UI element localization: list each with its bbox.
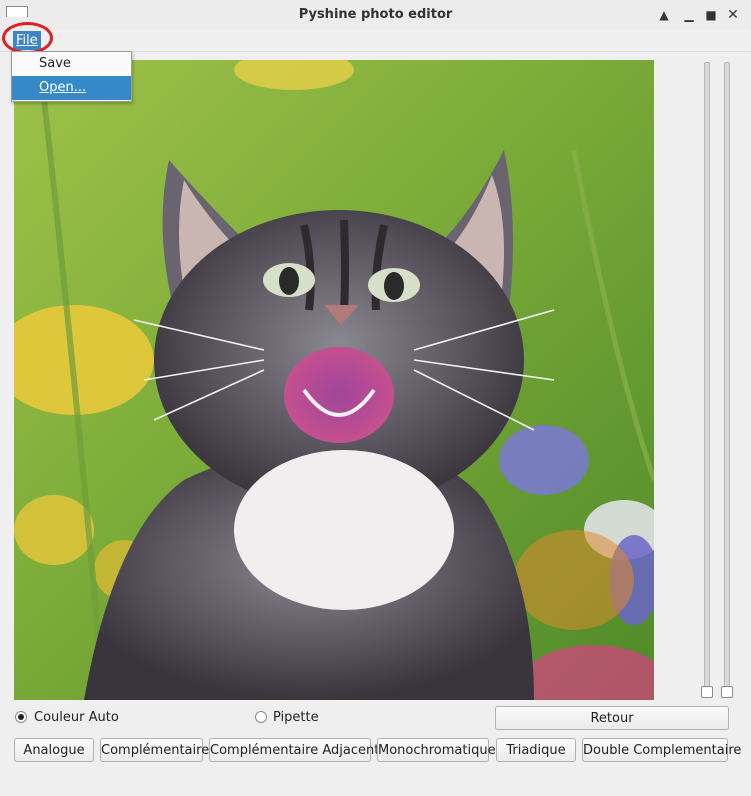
vertical-slider-1[interactable]	[704, 62, 710, 688]
file-dropdown: Save Open...	[11, 51, 132, 102]
triadique-button[interactable]: Triadique	[496, 738, 576, 762]
kitten-photo	[14, 60, 654, 700]
vertical-slider-2[interactable]	[724, 62, 730, 688]
analogue-button[interactable]: Analogue	[14, 738, 94, 762]
title-bar: Pyshine photo editor ▲ ▁ ■ ✕	[0, 0, 751, 31]
menu-item-open[interactable]: Open...	[12, 76, 131, 100]
slider-handle-1[interactable]	[701, 686, 713, 698]
radio-label-pipette: Pipette	[273, 710, 319, 725]
minimize-button[interactable]: ▁	[680, 6, 698, 24]
complementaire-button[interactable]: Complémentaire	[100, 738, 209, 762]
menu-item-save[interactable]: Save	[12, 52, 131, 76]
close-button[interactable]: ✕	[724, 6, 742, 24]
maximize-button[interactable]: ■	[702, 6, 720, 24]
mode-row: Couleur Auto Pipette Retour	[0, 706, 751, 732]
monochromatique-button[interactable]: Monochromatique	[377, 738, 496, 762]
complementaire-adjacente-button[interactable]: Complémentaire Adjacente	[209, 738, 387, 762]
double-complementaire-button[interactable]: Double Complementaire	[582, 738, 741, 762]
annotation-circle	[2, 22, 53, 54]
slider-handle-2[interactable]	[721, 686, 733, 698]
radio-label-couleur-auto: Couleur Auto	[34, 710, 119, 725]
retour-button[interactable]: Retour	[495, 706, 729, 730]
window-title: Pyshine photo editor	[298, 7, 453, 22]
radio-pipette[interactable]	[255, 711, 267, 723]
radio-couleur-auto[interactable]	[15, 711, 27, 723]
chevron-up-icon[interactable]: ▲	[655, 6, 673, 24]
menu-bar: File	[0, 30, 751, 52]
